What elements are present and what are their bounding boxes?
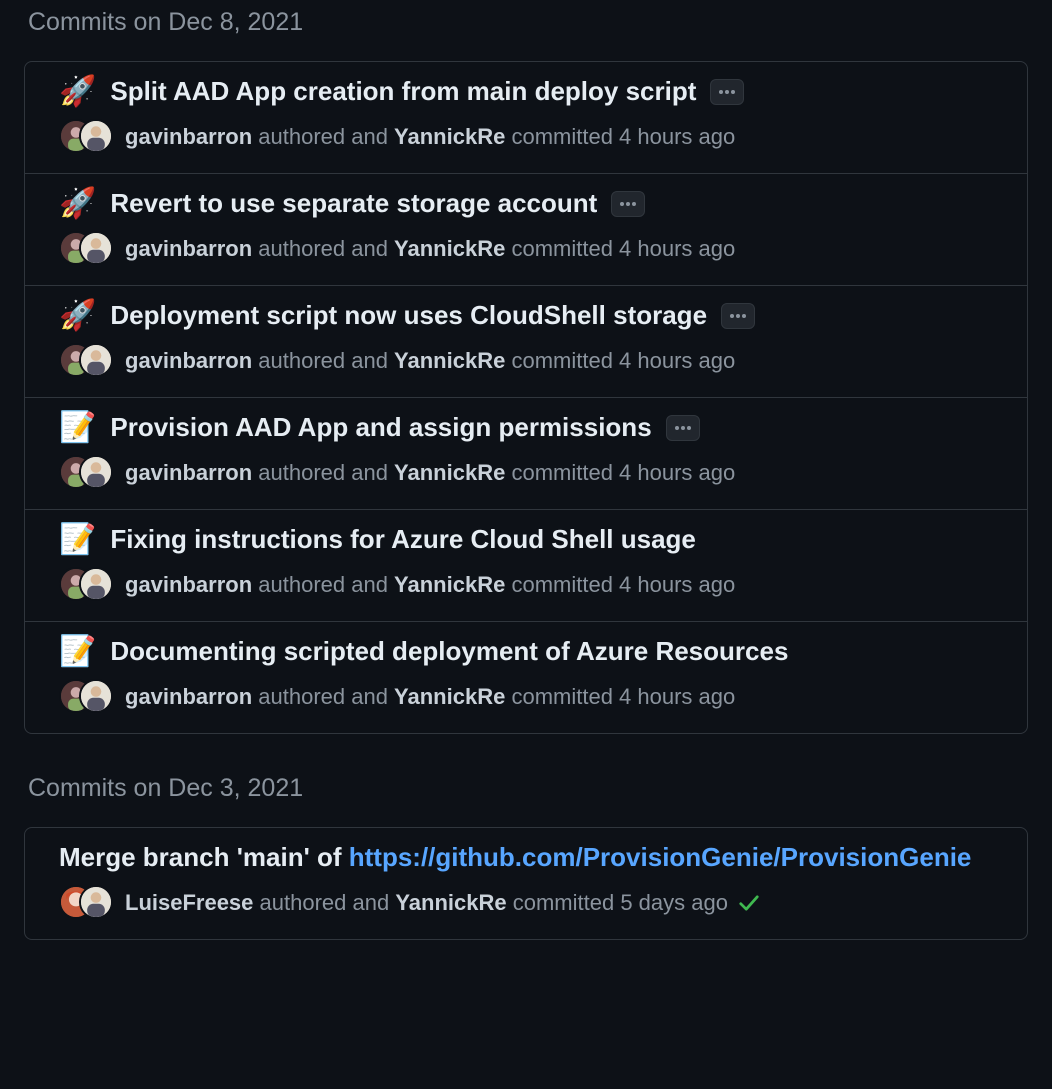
avatar[interactable] bbox=[79, 679, 113, 713]
commit-timestamp: 5 days ago bbox=[620, 890, 728, 915]
commit-meta: gavinbarron authored and YannickRe commi… bbox=[125, 348, 735, 374]
commit-timestamp: 4 hours ago bbox=[619, 684, 735, 709]
author-avatars[interactable] bbox=[59, 119, 115, 155]
commit-row: 🚀 Revert to use separate storage account g… bbox=[25, 174, 1027, 286]
committer-link[interactable]: YannickRe bbox=[394, 348, 505, 373]
commit-title-link[interactable]: Documenting scripted deployment of Azure… bbox=[110, 636, 788, 667]
author-avatars[interactable] bbox=[59, 885, 115, 921]
author-link[interactable]: gavinbarron bbox=[125, 572, 252, 597]
committed-word: committed bbox=[511, 124, 619, 149]
authored-word: authored and bbox=[258, 124, 394, 149]
author-avatars[interactable] bbox=[59, 679, 115, 715]
rocket-icon: 🚀 bbox=[59, 189, 96, 219]
commit-group: 🚀 Split AAD App creation from main deploy… bbox=[24, 61, 1028, 734]
commit-meta: gavinbarron authored and YannickRe commi… bbox=[125, 460, 735, 486]
commit-row: Merge branch 'main' of https://github.co… bbox=[25, 828, 1027, 939]
author-link[interactable]: gavinbarron bbox=[125, 348, 252, 373]
memo-icon: 📝 bbox=[59, 637, 96, 667]
author-link[interactable]: gavinbarron bbox=[125, 460, 252, 485]
authored-word: authored and bbox=[258, 460, 394, 485]
commit-timestamp: 4 hours ago bbox=[619, 124, 735, 149]
author-link[interactable]: gavinbarron bbox=[125, 684, 252, 709]
commit-title-link[interactable]: Deployment script now uses CloudShell st… bbox=[110, 300, 707, 331]
authored-word: authored and bbox=[258, 348, 394, 373]
commit-title-link[interactable]: Split AAD App creation from main deploy … bbox=[110, 76, 696, 107]
more-options-button[interactable] bbox=[666, 415, 700, 441]
committed-word: committed bbox=[511, 572, 619, 597]
commit-row: 📝 Documenting scripted deployment of Azur… bbox=[25, 622, 1027, 733]
commit-row: 📝 Provision AAD App and assign permission… bbox=[25, 398, 1027, 510]
commit-timestamp: 4 hours ago bbox=[619, 572, 735, 597]
commit-meta: LuiseFreese authored and YannickRe commi… bbox=[125, 890, 728, 916]
commit-title-link[interactable]: Provision AAD App and assign permissions bbox=[110, 412, 651, 443]
committer-link[interactable]: YannickRe bbox=[395, 890, 506, 915]
author-link[interactable]: gavinbarron bbox=[125, 124, 252, 149]
committer-link[interactable]: YannickRe bbox=[394, 572, 505, 597]
commit-timestamp: 4 hours ago bbox=[619, 236, 735, 261]
authored-word: authored and bbox=[258, 684, 394, 709]
committed-word: committed bbox=[511, 684, 619, 709]
commit-date-header: Commits on Dec 8, 2021 bbox=[28, 8, 1024, 37]
commit-meta: gavinbarron authored and YannickRe commi… bbox=[125, 572, 735, 598]
commit-meta: gavinbarron authored and YannickRe commi… bbox=[125, 124, 735, 150]
author-avatars[interactable] bbox=[59, 455, 115, 491]
commit-title-link[interactable]: Revert to use separate storage account bbox=[110, 188, 597, 219]
more-options-button[interactable] bbox=[721, 303, 755, 329]
commit-row: 🚀 Split AAD App creation from main deploy… bbox=[25, 62, 1027, 174]
committer-link[interactable]: YannickRe bbox=[394, 460, 505, 485]
more-options-button[interactable] bbox=[611, 191, 645, 217]
commit-title-url[interactable]: https://github.com/ProvisionGenie/Provis… bbox=[349, 842, 972, 872]
commit-meta: gavinbarron authored and YannickRe commi… bbox=[125, 684, 735, 710]
committed-word: committed bbox=[511, 348, 619, 373]
commit-title-prefix: Merge branch 'main' of bbox=[59, 842, 349, 872]
authored-word: authored and bbox=[258, 236, 394, 261]
commit-timestamp: 4 hours ago bbox=[619, 460, 735, 485]
commit-row: 📝 Fixing instructions for Azure Cloud She… bbox=[25, 510, 1027, 622]
avatar[interactable] bbox=[79, 343, 113, 377]
author-link[interactable]: LuiseFreese bbox=[125, 890, 253, 915]
committer-link[interactable]: YannickRe bbox=[394, 684, 505, 709]
author-link[interactable]: gavinbarron bbox=[125, 236, 252, 261]
committed-word: committed bbox=[511, 236, 619, 261]
memo-icon: 📝 bbox=[59, 413, 96, 443]
commit-row: 🚀 Deployment script now uses CloudShell s… bbox=[25, 286, 1027, 398]
commit-title-link[interactable]: Fixing instructions for Azure Cloud Shel… bbox=[110, 524, 696, 555]
avatar[interactable] bbox=[79, 119, 113, 153]
committer-link[interactable]: YannickRe bbox=[394, 124, 505, 149]
status-check-icon bbox=[738, 892, 760, 914]
author-avatars[interactable] bbox=[59, 231, 115, 267]
author-avatars[interactable] bbox=[59, 567, 115, 603]
authored-word: authored and bbox=[260, 890, 396, 915]
avatar[interactable] bbox=[79, 231, 113, 265]
committed-word: committed bbox=[513, 890, 621, 915]
avatar[interactable] bbox=[79, 885, 113, 919]
rocket-icon: 🚀 bbox=[59, 77, 96, 107]
author-avatars[interactable] bbox=[59, 343, 115, 379]
commit-group: Merge branch 'main' of https://github.co… bbox=[24, 827, 1028, 940]
authored-word: authored and bbox=[258, 572, 394, 597]
commit-meta: gavinbarron authored and YannickRe commi… bbox=[125, 236, 735, 262]
commit-title-link[interactable]: Merge branch 'main' of https://github.co… bbox=[59, 842, 971, 873]
memo-icon: 📝 bbox=[59, 525, 96, 555]
more-options-button[interactable] bbox=[710, 79, 744, 105]
rocket-icon: 🚀 bbox=[59, 301, 96, 331]
avatar[interactable] bbox=[79, 567, 113, 601]
avatar[interactable] bbox=[79, 455, 113, 489]
committed-word: committed bbox=[511, 460, 619, 485]
commit-timestamp: 4 hours ago bbox=[619, 348, 735, 373]
committer-link[interactable]: YannickRe bbox=[394, 236, 505, 261]
commit-date-header: Commits on Dec 3, 2021 bbox=[28, 774, 1024, 803]
